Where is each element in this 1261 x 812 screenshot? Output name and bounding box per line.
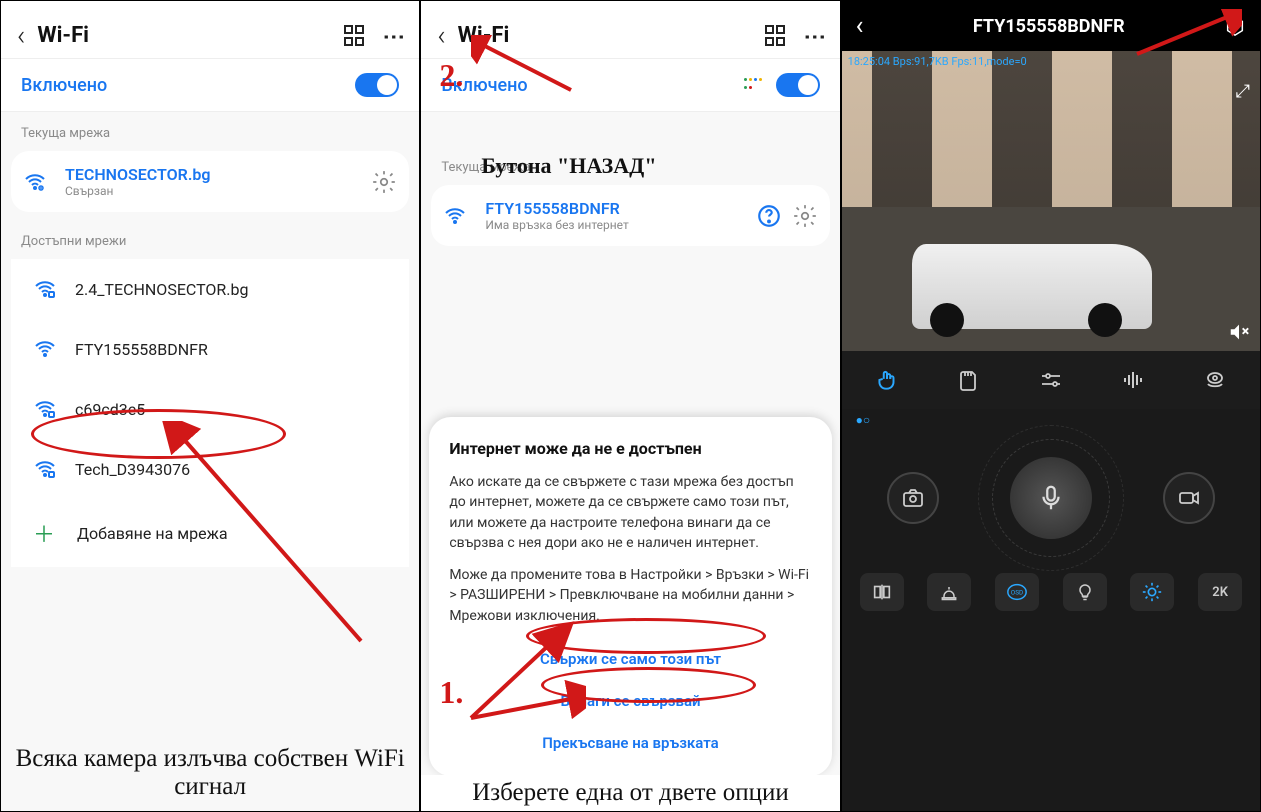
header-bar: ‹ Wi-Fi ⋮ — [421, 1, 839, 58]
current-network-status: Свързан — [65, 184, 371, 198]
camera-header: ‹ FTY155558BDNFR — [842, 1, 1260, 51]
annotation-caption: Всяка камера излъчва собствен WiFi сигна… — [1, 741, 419, 805]
screenshot-2-wifi-popup: ‹ Wi-Fi ⋮ Включено Бутона "НАЗАД" Текуща… — [421, 1, 841, 811]
network-item[interactable]: c69cd3e5 — [11, 379, 409, 439]
record-button[interactable] — [1163, 472, 1215, 524]
current-network-name: TECHNOSECTOR.bg — [65, 165, 371, 184]
quality-button[interactable]: 2K — [1198, 573, 1242, 611]
plus-icon: ＋ — [33, 517, 55, 549]
current-network-heading: Текуща мрежа — [1, 112, 419, 147]
back-icon[interactable]: ‹ — [437, 19, 445, 52]
qr-scan-icon[interactable] — [344, 25, 366, 47]
camera-top-toolbar — [842, 351, 1260, 409]
network-item[interactable]: 2.4_TECHNOSECTOR.bg — [11, 259, 409, 319]
screenshot-1-wifi-settings: ‹ Wi-Fi ⋮ Включено Текуща мрежа TECHNOSE… — [1, 1, 421, 811]
snapshot-button[interactable] — [887, 472, 939, 524]
gear-icon[interactable] — [371, 169, 397, 195]
network-item[interactable]: Tech_D3943076 — [11, 439, 409, 499]
page-title: Wi-Fi — [458, 23, 765, 48]
annotation-marker-1: 1. — [439, 674, 463, 711]
back-icon[interactable]: ‹ — [856, 11, 864, 41]
fullscreen-icon[interactable]: ⤢ — [1236, 81, 1250, 102]
help-icon[interactable] — [756, 203, 782, 229]
current-network-status: Има връзка без интернет — [485, 218, 755, 232]
wifi-icon — [443, 204, 467, 228]
more-icon[interactable]: ⋮ — [802, 26, 827, 45]
available-networks-heading: Достъпни мрежи — [1, 216, 419, 255]
wifi-lock-icon — [33, 397, 57, 421]
wifi-lock-icon — [33, 277, 57, 301]
wifi-icon — [23, 170, 47, 194]
mute-icon[interactable] — [1228, 321, 1250, 343]
sd-card-icon[interactable] — [952, 365, 986, 395]
add-network-row[interactable]: ＋ Добавяне на мрежа — [11, 499, 409, 567]
add-network-label: Добавяне на мрежа — [77, 524, 228, 543]
more-icon[interactable]: ⋮ — [381, 26, 406, 45]
back-icon[interactable]: ‹ — [17, 19, 25, 52]
popup-paragraph: Може да промените това в Настройки > Връ… — [449, 565, 811, 626]
network-name: 2.4_TECHNOSECTOR.bg — [75, 280, 248, 299]
wifi-toggle-row[interactable]: Включено — [421, 58, 839, 112]
current-network-card[interactable]: TECHNOSECTOR.bg Свързан — [11, 151, 409, 212]
popup-option-always-connect[interactable]: Винаги се свързвай — [449, 680, 811, 722]
live-video-feed[interactable]: 18:25:04 Bps:91,7KB Fps:11,mode=0 ⤢ — [842, 51, 1260, 351]
brightness-icon[interactable] — [1130, 573, 1174, 611]
popup-heading: Интернет може да не е достъпен — [449, 439, 811, 458]
annotation-footer-caption: Изберете една от двете опции — [421, 775, 839, 811]
bulb-icon[interactable] — [1063, 573, 1107, 611]
network-name: Tech_D3943076 — [75, 460, 190, 479]
wifi-toggle-switch[interactable] — [355, 73, 399, 97]
popup-option-disconnect[interactable]: Прекъсване на връзката — [449, 722, 811, 764]
qr-scan-icon[interactable] — [765, 25, 787, 47]
network-name: c69cd3e5 — [75, 400, 145, 419]
wifi-lock-icon — [33, 457, 57, 481]
wifi-enabled-label: Включено — [21, 75, 355, 96]
screenshot-3-camera-app: ‹ FTY155558BDNFR 18:25:04 Bps:91,7KB Fps… — [842, 1, 1260, 811]
current-network-card[interactable]: FTY155558BDNFR Има връзка без интернет — [431, 185, 829, 246]
network-item-highlighted[interactable]: FTY155558BDNFR — [11, 319, 409, 379]
wifi-toggle-row[interactable]: Включено — [1, 58, 419, 112]
annotation-back-label: Бутона "НАЗАД" — [481, 153, 656, 179]
connecting-dots-icon — [744, 78, 764, 92]
video-background — [842, 51, 1260, 207]
page-title: Wi-Fi — [37, 23, 344, 48]
flip-icon[interactable] — [860, 573, 904, 611]
wifi-enabled-label: Включено — [441, 75, 743, 96]
camera-main-controls — [842, 431, 1260, 559]
current-network-name: FTY155558BDNFR — [485, 199, 755, 218]
ptz-icon[interactable] — [1198, 365, 1232, 395]
gear-icon[interactable] — [792, 203, 818, 229]
popup-paragraph: Ако искате да се свържете с тази мрежа б… — [449, 472, 811, 553]
osd-icon[interactable]: OSD — [995, 573, 1039, 611]
camera-device-title: FTY155558BDNFR — [873, 16, 1224, 37]
svg-text:OSD: OSD — [1011, 589, 1023, 597]
alarm-icon[interactable] — [927, 573, 971, 611]
header-bar: ‹ Wi-Fi ⋮ — [1, 1, 419, 58]
stream-stats-overlay: 18:25:04 Bps:91,7KB Fps:11,mode=0 — [848, 55, 1027, 68]
gesture-icon[interactable] — [870, 365, 904, 395]
popup-option-connect-once[interactable]: Свържи се само този път — [449, 638, 811, 680]
wifi-toggle-switch[interactable] — [776, 73, 820, 97]
sliders-icon[interactable] — [1034, 365, 1068, 395]
talk-mic-button[interactable] — [1010, 457, 1092, 539]
network-name: FTY155558BDNFR — [75, 340, 208, 359]
waveform-icon[interactable] — [1116, 365, 1150, 395]
video-content — [912, 244, 1152, 329]
wifi-icon — [33, 337, 57, 361]
settings-icon[interactable] — [1224, 15, 1246, 37]
no-internet-popup: Интернет може да не е достъпен Ако искат… — [429, 417, 831, 776]
annotation-marker-2: 2. — [439, 57, 463, 94]
